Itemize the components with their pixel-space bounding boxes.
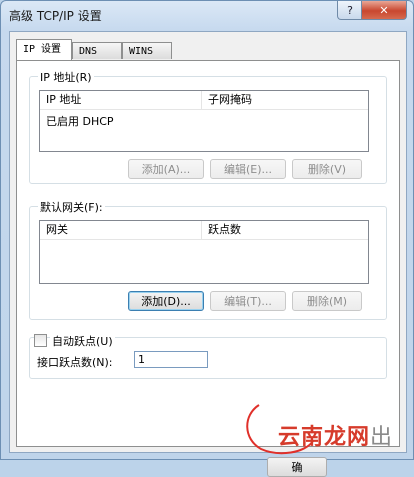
close-button[interactable]: ✕ bbox=[361, 1, 407, 20]
close-icon: ✕ bbox=[379, 3, 389, 17]
gateway-list-header: 网关 跃点数 bbox=[40, 221, 368, 240]
edit-ip-button[interactable]: 编辑(E)... bbox=[210, 159, 286, 179]
ip-list-header: IP 地址 子网掩码 bbox=[40, 91, 368, 110]
delete-ip-button[interactable]: 删除(V) bbox=[292, 159, 362, 179]
ok-button[interactable]: 确 bbox=[267, 457, 327, 477]
tab-dns[interactable]: DNS bbox=[72, 42, 122, 59]
auto-metric-checkbox[interactable] bbox=[34, 334, 47, 347]
ok-button-label: 确 bbox=[291, 461, 303, 474]
gateway-list[interactable]: 网关 跃点数 bbox=[39, 220, 369, 284]
delete-gateway-button[interactable]: 删除(M) bbox=[292, 291, 362, 311]
add-ip-button[interactable]: 添加(A)... bbox=[128, 159, 204, 179]
column-subnet-mask[interactable]: 子网掩码 bbox=[202, 91, 368, 109]
default-gateway-group: 默认网关(F): 网关 跃点数 添加(D)... 编辑(T)... 删除(M) bbox=[29, 199, 387, 320]
add-gateway-button[interactable]: 添加(D)... bbox=[128, 291, 204, 311]
auto-metric-label[interactable]: 自动跃点(U) bbox=[50, 333, 115, 349]
ip-address-list[interactable]: IP 地址 子网掩码 已启用 DHCP bbox=[39, 90, 369, 152]
edit-gateway-button[interactable]: 编辑(T)... bbox=[210, 291, 286, 311]
tab-wins[interactable]: WINS bbox=[122, 42, 172, 59]
help-icon: ? bbox=[347, 3, 353, 17]
ip-address-group-label: IP 地址(R) bbox=[38, 69, 94, 85]
tab-ip-settings[interactable]: IP 设置 bbox=[16, 39, 72, 60]
column-metric[interactable]: 跃点数 bbox=[202, 221, 368, 239]
advanced-tcpip-dialog: 高级 TCP/IP 设置 ? ✕ IP 设置 DNS WINS IP 地址(R)… bbox=[0, 0, 414, 477]
interface-metric-input[interactable]: 1 bbox=[134, 351, 208, 368]
help-button[interactable]: ? bbox=[337, 1, 363, 20]
interface-metric-label: 接口跃点数(N): bbox=[37, 356, 113, 369]
ip-address-group: IP 地址(R) IP 地址 子网掩码 已启用 DHCP 添加(A)... 编辑… bbox=[29, 69, 387, 184]
dialog-title: 高级 TCP/IP 设置 bbox=[9, 9, 102, 23]
title-bar[interactable]: 高级 TCP/IP 设置 ? ✕ bbox=[1, 1, 413, 31]
column-gateway[interactable]: 网关 bbox=[40, 221, 202, 239]
site-watermark: 云南龙网出 bbox=[278, 424, 394, 450]
tab-panel-ip-settings: IP 地址(R) IP 地址 子网掩码 已启用 DHCP 添加(A)... 编辑… bbox=[16, 60, 400, 477]
ip-list-row-dhcp[interactable]: 已启用 DHCP bbox=[40, 113, 114, 129]
column-ip-address[interactable]: IP 地址 bbox=[40, 91, 202, 109]
metric-group: 自动跃点(U) 接口跃点数(N): 1 bbox=[29, 333, 387, 379]
default-gateway-group-label: 默认网关(F): bbox=[38, 199, 105, 215]
dialog-client-area: IP 设置 DNS WINS IP 地址(R) IP 地址 子网掩码 已启用 D… bbox=[9, 31, 407, 477]
